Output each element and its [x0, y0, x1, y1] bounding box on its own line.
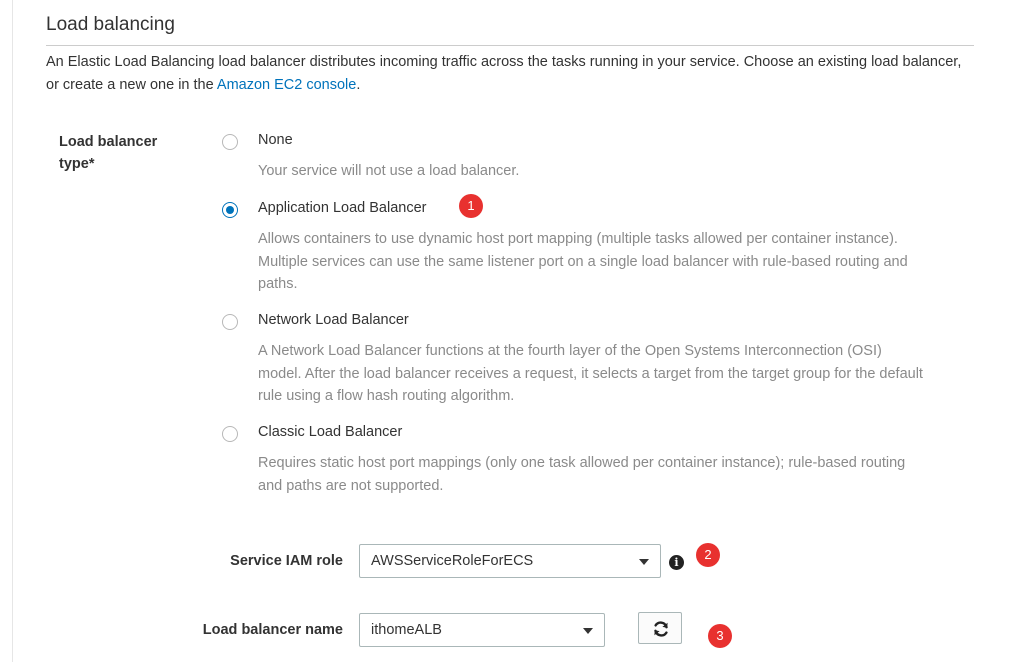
option-label-none[interactable]: None [258, 132, 293, 148]
radio-classic-load-balancer[interactable] [222, 426, 238, 442]
annotation-badge-3: 3 [708, 624, 732, 648]
title-divider [46, 45, 974, 46]
option-desc-none: Your service will not use a load balance… [258, 163, 520, 179]
load-balancer-name-value: ithomeALB [371, 622, 442, 638]
chevron-down-icon [639, 559, 649, 565]
service-iam-role-select[interactable]: AWSServiceRoleForECS [359, 544, 661, 578]
radio-none[interactable] [222, 134, 238, 150]
option-desc-network-load-balancer: A Network Load Balancer functions at the… [258, 343, 923, 404]
info-icon[interactable]: i [669, 555, 684, 570]
service-iam-role-label: Service IAM role [230, 553, 343, 569]
load-balancer-type-label: Load balancer type* [59, 134, 158, 172]
annotation-badge-1: 1 [459, 194, 483, 218]
amazon-ec2-console-link[interactable]: Amazon EC2 console [217, 77, 356, 93]
radio-network-load-balancer[interactable] [222, 314, 238, 330]
description-text: An Elastic Load Balancing load balancer … [46, 54, 962, 93]
radio-application-load-balancer[interactable] [222, 202, 238, 218]
section-description: An Elastic Load Balancing load balancer … [46, 51, 966, 97]
description-end: . [356, 77, 361, 93]
option-label-network-load-balancer[interactable]: Network Load Balancer [258, 312, 409, 328]
service-iam-role-value: AWSServiceRoleForECS [371, 553, 534, 569]
chevron-down-icon [583, 628, 593, 634]
annotation-badge-2: 2 [696, 543, 720, 567]
option-label-classic-load-balancer[interactable]: Classic Load Balancer [258, 424, 402, 440]
load-balancer-name-select[interactable]: ithomeALB [359, 613, 605, 647]
load-balancer-name-label: Load balancer name [202, 622, 343, 638]
option-label-application-load-balancer[interactable]: Application Load Balancer [258, 200, 426, 216]
refresh-icon [654, 621, 668, 637]
option-desc-classic-load-balancer: Requires static host port mappings (only… [258, 455, 906, 494]
section-title: Load balancing [46, 14, 175, 35]
panel-left-border [12, 0, 13, 662]
refresh-button[interactable] [638, 612, 682, 644]
option-desc-application-load-balancer: Allows containers to use dynamic host po… [258, 231, 908, 292]
